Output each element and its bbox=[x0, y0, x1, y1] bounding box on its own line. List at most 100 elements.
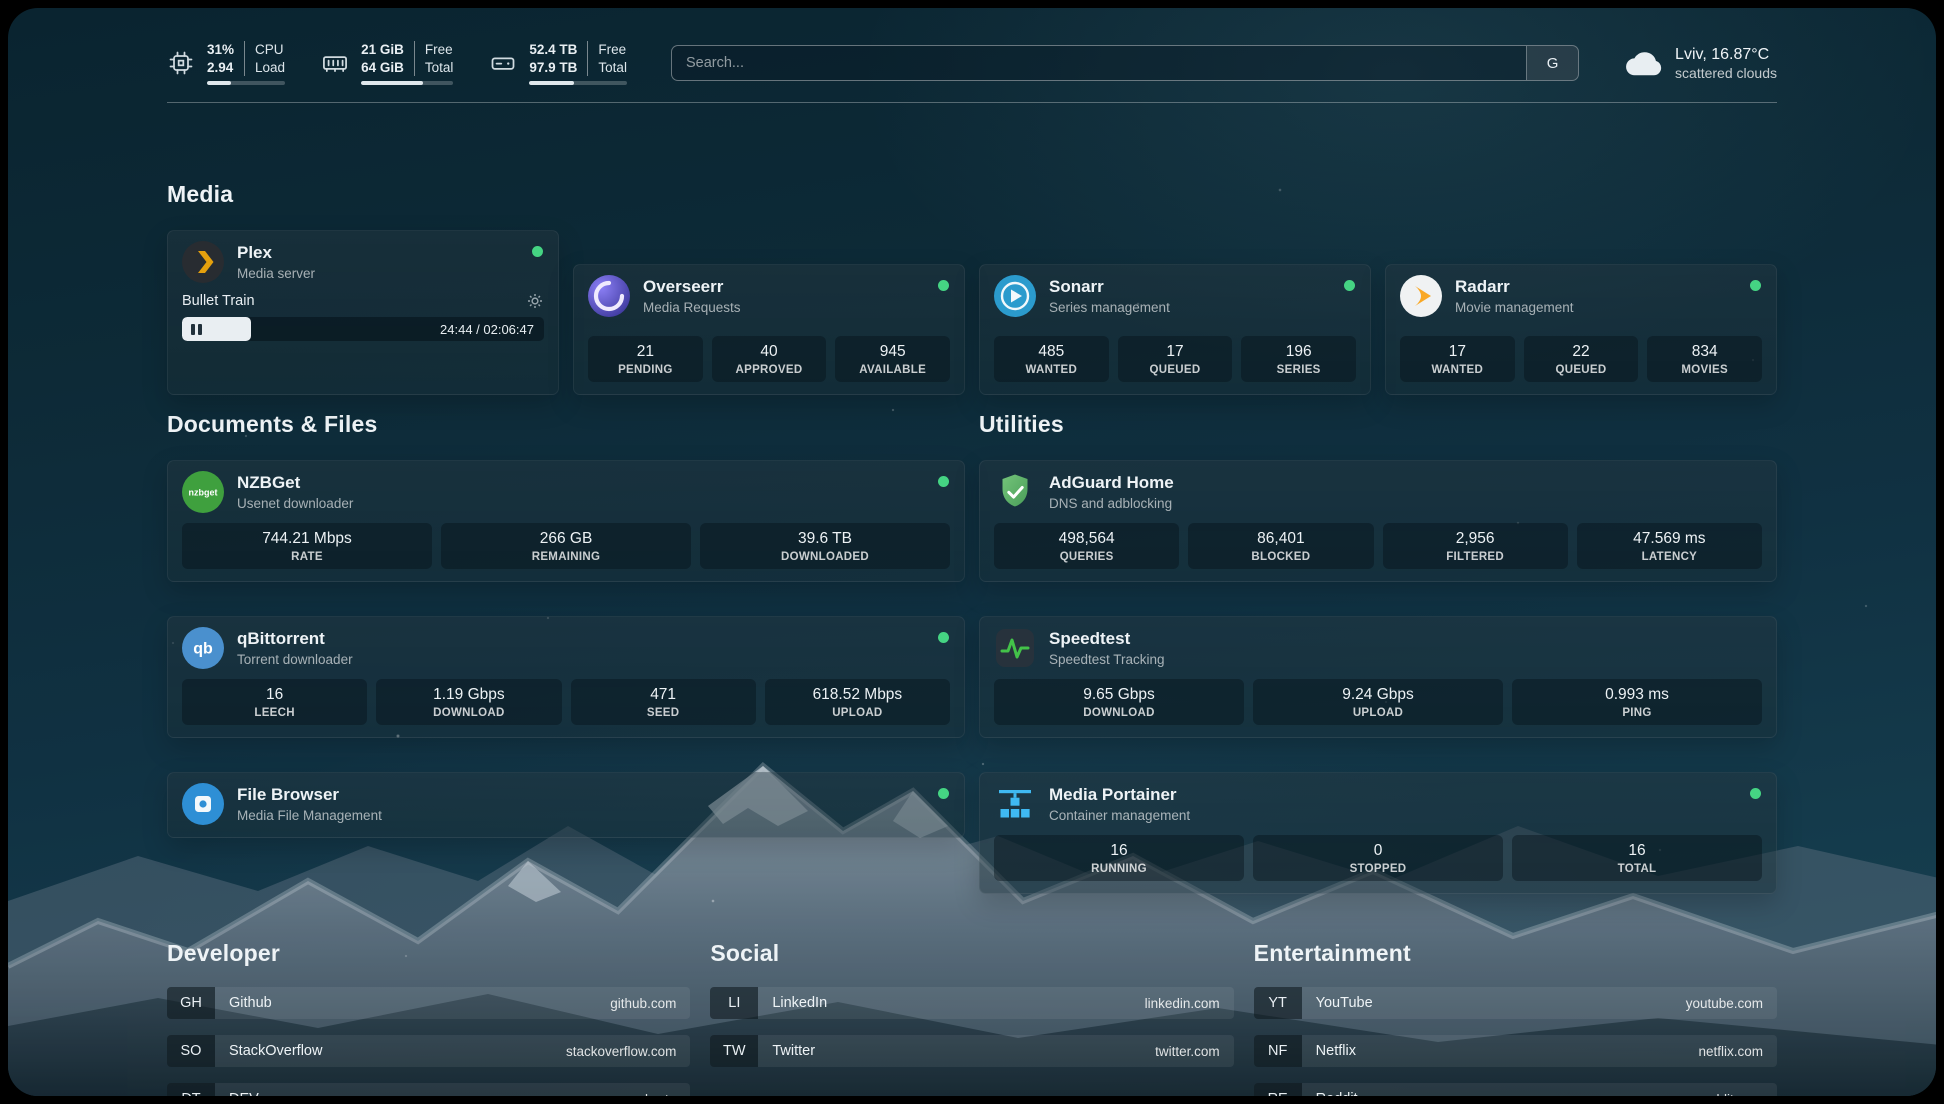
plex-link[interactable]: Plex Media server bbox=[182, 241, 544, 283]
stat: 16RUNNING bbox=[994, 835, 1244, 881]
disk-widget: 52.4 TB 97.9 TB Free Total bbox=[489, 41, 627, 85]
stat-label: BLOCKED bbox=[1251, 551, 1310, 563]
service-name: Radarr bbox=[1455, 277, 1574, 297]
disk-usage-bar bbox=[529, 81, 627, 85]
nzbget-link[interactable]: nzbget NZBGet Usenet downloader bbox=[182, 471, 950, 513]
bookmark-url: stackoverflow.com bbox=[566, 1044, 676, 1059]
stat: 39.6 TBDOWNLOADED bbox=[700, 523, 950, 569]
stat-label: AVAILABLE bbox=[859, 364, 926, 376]
stat-value: 9.24 Gbps bbox=[1342, 686, 1414, 704]
service-name: Plex bbox=[237, 243, 315, 263]
search-provider-button[interactable]: G bbox=[1526, 46, 1578, 80]
bookmark-linkedin[interactable]: LI LinkedIn linkedin.com bbox=[710, 987, 1233, 1019]
stat-value: 22 bbox=[1572, 343, 1589, 361]
bookmark-abbr: TW bbox=[710, 1035, 758, 1067]
speedtest-icon bbox=[994, 627, 1036, 669]
now-playing-title: Bullet Train bbox=[182, 293, 255, 309]
stat: 485WANTED bbox=[994, 336, 1109, 382]
stat: 9.24 Gbps UPLOAD bbox=[1253, 679, 1503, 725]
overseerr-link[interactable]: Overseerr Media Requests bbox=[588, 275, 950, 317]
stat: 17QUEUED bbox=[1118, 336, 1233, 382]
bookmark-stackoverflow[interactable]: SO StackOverflow stackoverflow.com bbox=[167, 1035, 690, 1067]
status-dot bbox=[938, 632, 949, 643]
memory-widget: 21 GiB 64 GiB Free Total bbox=[321, 41, 453, 85]
card-radarr: Radarr Movie management 17WANTED 22 QUEUE… bbox=[1385, 264, 1777, 395]
documents-column: Documents & Files nzbget NZBGet Usenet d… bbox=[167, 411, 965, 894]
weather-condition: scattered clouds bbox=[1675, 65, 1777, 81]
stat: 471 SEED bbox=[571, 679, 756, 725]
stat-value: 47.569 ms bbox=[1633, 530, 1705, 548]
topbar-separator bbox=[167, 102, 1777, 103]
stat-value: 1.19 Gbps bbox=[433, 686, 505, 704]
playback-progress-bar[interactable]: 24:44 / 02:06:47 bbox=[182, 317, 544, 341]
cpu-icon bbox=[167, 49, 195, 77]
radarr-link[interactable]: Radarr Movie management bbox=[1400, 275, 1762, 317]
adguard-link[interactable]: AdGuard Home DNS and adblocking bbox=[994, 471, 1762, 513]
stat: 17WANTED bbox=[1400, 336, 1515, 382]
stat-value: 471 bbox=[650, 686, 676, 704]
bookmark-netflix[interactable]: NF Netflix netflix.com bbox=[1254, 1035, 1777, 1067]
stat: 498,564QUERIES bbox=[994, 523, 1179, 569]
stat-value: 196 bbox=[1286, 343, 1312, 361]
stat-label: STOPPED bbox=[1350, 863, 1407, 875]
qbittorrent-link[interactable]: qb qBittorrent Torrent downloader bbox=[182, 627, 950, 669]
bookmark-url: twitter.com bbox=[1155, 1044, 1220, 1059]
service-subtitle: Series management bbox=[1049, 300, 1170, 315]
stat-value: 2,956 bbox=[1456, 530, 1495, 548]
bookmark-github[interactable]: GH Github github.com bbox=[167, 987, 690, 1019]
dashboard-content: 31% 2.94 CPU Load bbox=[8, 8, 1936, 1096]
stat-label: RATE bbox=[291, 551, 323, 563]
bookmark-twitter[interactable]: TW Twitter twitter.com bbox=[710, 1035, 1233, 1067]
status-dot bbox=[938, 280, 949, 291]
bookmark-abbr: SO bbox=[167, 1035, 215, 1067]
developer-column: Developer GH Github github.com SO StackO… bbox=[167, 940, 690, 1096]
stat-value: 618.52 Mbps bbox=[813, 686, 903, 704]
bookmark-abbr: NF bbox=[1254, 1035, 1302, 1067]
stat: 0.993 ms PING bbox=[1512, 679, 1762, 725]
bookmark-youtube[interactable]: YT YouTube youtube.com bbox=[1254, 987, 1777, 1019]
portainer-icon bbox=[994, 783, 1036, 825]
stat: 86,401 BLOCKED bbox=[1188, 523, 1373, 569]
service-subtitle: Torrent downloader bbox=[237, 652, 353, 667]
stat: 16LEECH bbox=[182, 679, 367, 725]
speedtest-link[interactable]: Speedtest Speedtest Tracking bbox=[994, 627, 1762, 669]
ram-free-label: Free bbox=[425, 41, 454, 59]
stat-label: SERIES bbox=[1277, 364, 1321, 376]
cpu-usage-bar bbox=[207, 81, 285, 85]
stat-value: 0 bbox=[1374, 842, 1383, 860]
stat-label: SEED bbox=[647, 707, 680, 719]
stat-label: PING bbox=[1622, 707, 1651, 719]
section-title-developer: Developer bbox=[167, 940, 690, 967]
stat-label: QUEUED bbox=[1555, 364, 1606, 376]
cpu-widget: 31% 2.94 CPU Load bbox=[167, 41, 285, 85]
stat-value: 485 bbox=[1038, 343, 1064, 361]
stat-label: APPROVED bbox=[736, 364, 803, 376]
bookmark-abbr: GH bbox=[167, 987, 215, 1019]
stat-value: 0.993 ms bbox=[1605, 686, 1669, 704]
entertainment-column: Entertainment YT YouTube youtube.com NF … bbox=[1254, 940, 1777, 1096]
stat: 47.569 msLATENCY bbox=[1577, 523, 1762, 569]
settings-gear-icon[interactable] bbox=[526, 292, 544, 310]
playback-time: 24:44 / 02:06:47 bbox=[440, 322, 534, 337]
stat: 0 STOPPED bbox=[1253, 835, 1503, 881]
stat-value: 16 bbox=[266, 686, 283, 704]
bookmark-reddit[interactable]: RE Reddit reddit.com bbox=[1254, 1083, 1777, 1096]
sonarr-link[interactable]: Sonarr Series management bbox=[994, 275, 1356, 317]
cpu-label: CPU bbox=[255, 41, 285, 59]
disk-total-value: 97.9 TB bbox=[529, 59, 577, 77]
stat: 618.52 MbpsUPLOAD bbox=[765, 679, 950, 725]
stat: 2,956FILTERED bbox=[1383, 523, 1568, 569]
bookmark-url: netflix.com bbox=[1698, 1044, 1763, 1059]
bookmark-name: Reddit bbox=[1316, 1091, 1358, 1096]
card-sonarr: Sonarr Series management 485WANTED 17QUE… bbox=[979, 264, 1371, 395]
search-input[interactable] bbox=[672, 46, 1526, 80]
service-name: Media Portainer bbox=[1049, 785, 1190, 805]
bookmark-abbr: RE bbox=[1254, 1083, 1302, 1096]
portainer-link[interactable]: Media Portainer Container management bbox=[994, 783, 1762, 825]
stat-label: UPLOAD bbox=[1353, 707, 1403, 719]
stat: 16TOTAL bbox=[1512, 835, 1762, 881]
bookmark-dev[interactable]: DT DEV dev.to bbox=[167, 1083, 690, 1096]
pause-icon[interactable] bbox=[191, 324, 202, 335]
filebrowser-link[interactable]: File Browser Media File Management bbox=[182, 783, 950, 825]
stat-value: 86,401 bbox=[1257, 530, 1304, 548]
